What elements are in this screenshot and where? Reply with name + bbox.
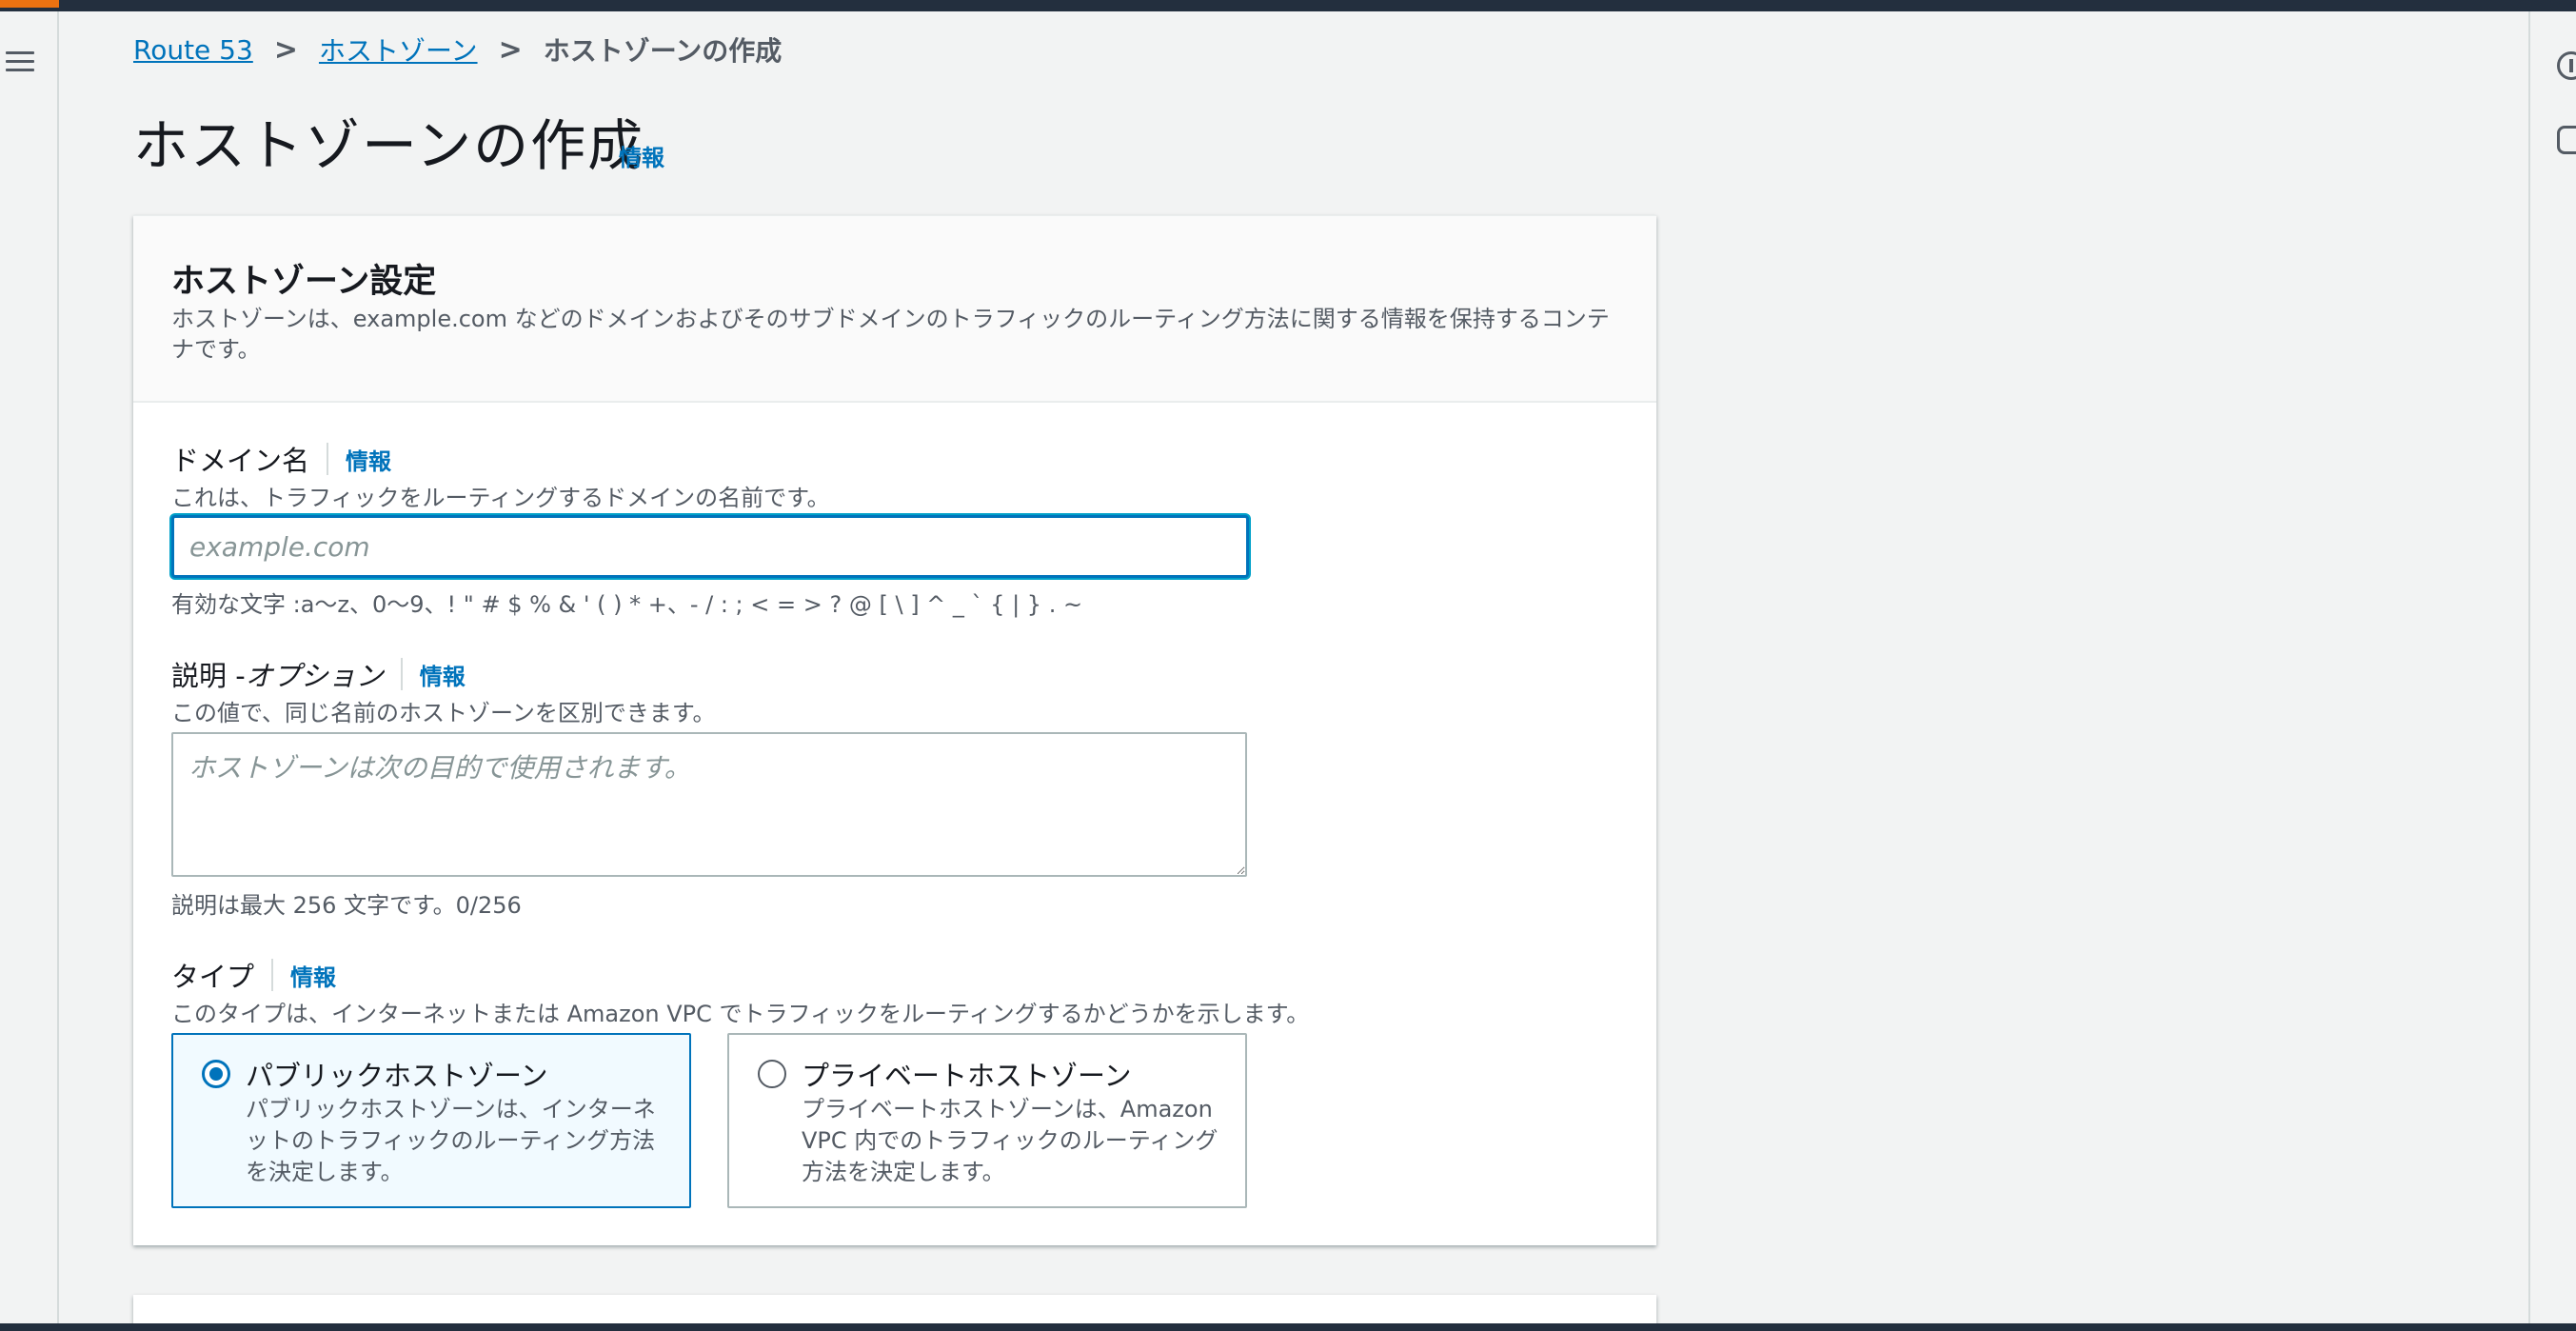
bottom-bar	[0, 1323, 2576, 1331]
page-title: ホストゾーンの作成	[133, 113, 645, 178]
chevron-right-icon: >	[273, 32, 298, 67]
domain-name-label: ドメイン名	[171, 445, 310, 477]
domain-name-hint: 有効な文字 :a〜z、0〜9、! " # $ % & ' ( ) * +、- /…	[171, 591, 1083, 618]
public-hosted-zone-description: パブリックホストゾーンは、インターネットのトラフィックのルーティング方法を決定し…	[246, 1096, 656, 1185]
private-hosted-zone-radio[interactable]	[758, 1060, 786, 1088]
comment-label-optional: オプション	[245, 660, 384, 692]
domain-name-info-link[interactable]: 情報	[346, 443, 391, 476]
comment-info-link[interactable]: 情報	[420, 658, 466, 691]
private-hosted-zone-tile[interactable]: プライベートホストゾーン プライベートホストゾーンは、Amazon VPC 内で…	[727, 1033, 1247, 1208]
public-hosted-zone-radio[interactable]	[202, 1060, 230, 1088]
breadcrumb-hosted-zones[interactable]: ホストゾーン	[319, 30, 478, 69]
comment-description: この値で、同じ名前のホストゾーンを区別できます。	[171, 700, 716, 726]
info-panel-icon[interactable]	[2557, 51, 2576, 80]
private-hosted-zone-description: プライベートホストゾーンは、Amazon VPC 内でのトラフィックのルーティン…	[802, 1096, 1219, 1185]
comment-label: 説明 -	[171, 660, 246, 692]
hosted-zone-settings-panel: ホストゾーン設定 ホストゾーンは、example.com などのドメインおよびそ…	[133, 215, 1656, 1245]
chevron-right-icon: >	[498, 32, 523, 67]
settings-icon[interactable]	[2557, 126, 2576, 154]
private-hosted-zone-title: プライベートホストゾーン	[802, 1060, 1132, 1092]
left-side-rail	[0, 11, 59, 1323]
breadcrumb-route53[interactable]: Route 53	[133, 34, 253, 66]
breadcrumb: Route 53 > ホストゾーン > ホストゾーンの作成	[133, 30, 782, 69]
type-info-link[interactable]: 情報	[290, 959, 336, 992]
comment-textarea[interactable]	[171, 732, 1247, 877]
panel-title: ホストゾーン設定	[171, 263, 437, 301]
page-info-link[interactable]: 情報	[619, 139, 664, 172]
menu-icon[interactable]	[6, 50, 34, 74]
label-divider	[400, 658, 403, 690]
aws-logo-icon[interactable]	[0, 0, 59, 8]
type-description: このタイプは、インターネットまたは Amazon VPC でトラフィックをルーテ…	[171, 1001, 1310, 1027]
domain-name-label-row: ドメイン名 情報	[171, 439, 391, 479]
breadcrumb-current: ホストゾーンの作成	[543, 35, 783, 67]
panel-description: ホストゾーンは、example.com などのドメインおよびそのサブドメインのト…	[171, 306, 1610, 363]
type-label-row: タイプ 情報	[171, 955, 336, 995]
right-side-rail	[2528, 11, 2576, 1323]
comment-label-row: 説明 - オプション 情報	[171, 654, 466, 694]
domain-name-input[interactable]	[171, 515, 1249, 578]
top-navigation-bar	[0, 0, 2576, 11]
public-hosted-zone-title: パブリックホストゾーン	[246, 1060, 548, 1092]
comment-character-count: 説明は最大 256 文字です。0/256	[171, 892, 522, 919]
public-hosted-zone-tile[interactable]: パブリックホストゾーン パブリックホストゾーンは、インターネットのトラフィックの…	[171, 1033, 691, 1208]
type-label: タイプ	[171, 961, 255, 993]
label-divider	[271, 959, 274, 991]
panel-header: ホストゾーン設定 ホストゾーンは、example.com などのドメインおよびそ…	[133, 216, 1656, 403]
label-divider	[327, 443, 329, 475]
domain-name-description: これは、トラフィックをルーティングするドメインの名前です。	[171, 485, 830, 511]
